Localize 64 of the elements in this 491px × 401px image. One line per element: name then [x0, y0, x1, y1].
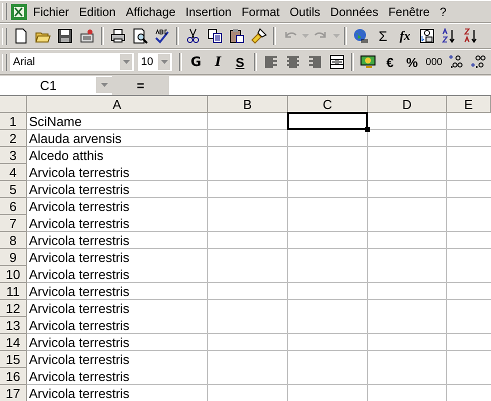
table-cell-text: Arvicola terrestris — [28, 334, 130, 351]
row-header[interactable]: 3 — [0, 147, 27, 164]
menu-item[interactable]: Edition — [74, 2, 121, 20]
table-cell-text: Arvicola terrestris — [28, 164, 130, 181]
euro-button[interactable]: € — [379, 51, 401, 73]
table-cell-text: Alauda arvensis — [28, 130, 122, 147]
column-header[interactable]: E — [447, 96, 491, 113]
underline-button[interactable]: S — [229, 51, 251, 73]
table-cell-text: Arvicola terrestris — [28, 181, 130, 198]
row-header[interactable]: 7 — [0, 215, 27, 232]
function-button[interactable]: fx — [394, 25, 416, 47]
row-header[interactable]: 10 — [0, 266, 27, 283]
active-cell[interactable] — [287, 112, 368, 130]
row-header[interactable]: 14 — [0, 334, 27, 351]
row-header[interactable]: 6 — [0, 198, 27, 215]
table-cell-text: Arvicola terrestris — [28, 317, 130, 334]
column-header[interactable]: B — [208, 96, 288, 113]
column-header[interactable]: C — [288, 96, 368, 113]
table-cell-text: SciName — [28, 113, 83, 130]
app-icon[interactable] — [10, 2, 28, 20]
row-header[interactable]: 8 — [0, 232, 27, 249]
row-header[interactable]: 11 — [0, 283, 27, 300]
bold-button[interactable]: G — [185, 51, 207, 73]
menu-item[interactable]: Affichage — [120, 2, 181, 20]
table-cell-text: Arvicola terrestris — [28, 249, 130, 266]
sum-button[interactable]: Σ — [372, 25, 394, 47]
menu-item[interactable]: ? — [434, 2, 452, 20]
menu-item[interactable]: Format — [236, 2, 285, 20]
row-header[interactable]: 13 — [0, 317, 27, 334]
font-size-field[interactable]: 10 — [138, 53, 172, 71]
table-cell-text: Arvicola terrestris — [28, 385, 130, 401]
thousands-button[interactable]: 000 — [423, 51, 445, 73]
percent-button[interactable]: % — [401, 51, 423, 73]
column-header[interactable]: D — [368, 96, 447, 113]
table-cell-text: Arvicola terrestris — [28, 232, 130, 249]
equals-sign[interactable]: = — [112, 78, 169, 92]
table-cell-text: Arvicola terrestris — [28, 215, 130, 232]
menu-item[interactable]: Insertion — [180, 2, 237, 20]
column-header[interactable]: A — [27, 96, 208, 113]
italic-button[interactable]: I — [207, 51, 229, 73]
row-header[interactable]: 17 — [0, 385, 27, 401]
table-cell-text: Arvicola terrestris — [28, 198, 130, 215]
font-field[interactable]: Arial — [10, 53, 134, 71]
row-header[interactable]: 4 — [0, 164, 27, 181]
table-cell-text: Arvicola terrestris — [28, 368, 130, 385]
formula-field[interactable] — [169, 76, 491, 94]
menu-item[interactable]: Fenêtre — [383, 2, 435, 20]
table-cell-text: Alcedo atthis — [28, 147, 104, 164]
row-header[interactable]: 16 — [0, 368, 27, 385]
menu-item[interactable]: Données — [325, 2, 384, 20]
row-header[interactable]: 12 — [0, 300, 27, 317]
table-cell-text: Arvicola terrestris — [28, 266, 130, 283]
menu-item[interactable]: Outils — [284, 2, 326, 20]
row-header[interactable]: 15 — [0, 351, 27, 368]
row-header[interactable]: 2 — [0, 130, 27, 147]
row-header[interactable]: 5 — [0, 181, 27, 198]
row-header[interactable]: 1 — [0, 113, 27, 130]
fill-handle[interactable] — [365, 127, 370, 132]
table-cell-text: Arvicola terrestris — [28, 300, 130, 317]
name-box[interactable]: C1 — [0, 76, 112, 94]
row-header[interactable]: 9 — [0, 249, 27, 266]
table-cell-text: Arvicola terrestris — [28, 283, 130, 300]
table-cell-text: Arvicola terrestris — [28, 351, 130, 368]
menu-item[interactable]: Fichier — [28, 2, 74, 20]
